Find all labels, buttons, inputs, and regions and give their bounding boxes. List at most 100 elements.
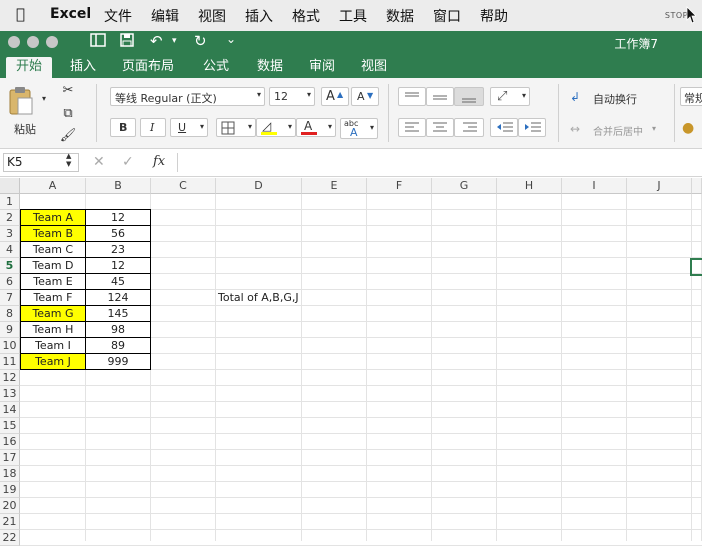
row-header-2[interactable]: 2 [0,210,20,226]
tab-data[interactable]: 数据 [247,57,293,78]
tab-review[interactable]: 审阅 [299,57,345,78]
copy-icon[interactable]: ⧉ [58,104,78,124]
customize-toolbar-icon[interactable]: ⌄ [226,32,236,46]
paste-dropdown-icon[interactable]: ▾ [42,94,46,103]
menu-app-name[interactable]: Excel [50,6,91,22]
orientation-button[interactable]: ⤢ ▾ [490,87,530,106]
cell-b8[interactable]: 145 [85,306,151,322]
row-header-8[interactable]: 8 [0,306,20,322]
row-header-1[interactable]: 1 [0,194,20,210]
row-header-14[interactable]: 14 [0,402,20,418]
column-header-f[interactable]: F [367,178,432,194]
cell-b3[interactable]: 56 [85,226,151,242]
column-header-k[interactable] [692,178,702,194]
insert-function-icon[interactable]: fx [153,154,165,169]
currency-coins-icon[interactable]: ● [682,120,694,136]
format-painter-icon[interactable]: 🖌 [58,126,78,146]
column-header-h[interactable]: H [497,178,562,194]
cell-b2[interactable]: 12 [85,209,151,226]
row-header-7[interactable]: 7 [0,290,20,306]
align-bottom-button[interactable] [454,87,484,106]
cell-b11[interactable]: 999 [85,354,151,370]
cell-b9[interactable]: 98 [85,322,151,338]
cell-b4[interactable]: 23 [85,242,151,258]
cut-icon[interactable]: ✂ [58,81,78,101]
active-cell-k5[interactable] [690,258,702,276]
row-header-6[interactable]: 6 [0,274,20,290]
cell-a11[interactable]: Team J [20,354,86,370]
cell-a10[interactable]: Team I [20,338,86,354]
underline-button[interactable]: U ▾ [170,118,208,137]
tab-page-layout[interactable]: 页面布局 [112,57,184,78]
cell-d7[interactable]: Total of A,B,G,J [218,290,338,306]
cell-a2[interactable]: Team A [20,209,86,226]
menu-insert[interactable]: 插入 [245,6,273,26]
minimize-window-button[interactable] [27,36,39,48]
menu-view[interactable]: 视图 [198,6,226,26]
shrink-font-button[interactable]: A ▼ [351,87,379,106]
cell-a4[interactable]: Team C [20,242,86,258]
cell-a8[interactable]: Team G [20,306,86,322]
row-header-13[interactable]: 13 [0,386,20,402]
select-all-corner[interactable] [0,178,20,194]
menu-file[interactable]: 文件 [104,6,132,26]
row-header-16[interactable]: 16 [0,434,20,450]
cancel-icon[interactable]: ✕ [93,154,105,170]
toggle-sidebar-icon[interactable] [90,33,106,51]
row-header-3[interactable]: 3 [0,226,20,242]
fill-color-button[interactable]: ◿ ▾ [256,118,296,137]
name-box-stepper-icon[interactable]: ▲ ▼ [66,152,71,168]
tab-insert[interactable]: 插入 [60,57,106,78]
align-center-button[interactable] [426,118,454,137]
merge-center-button[interactable]: 合并后居中 [593,123,643,138]
align-top-button[interactable] [398,87,426,106]
menu-format[interactable]: 格式 [292,6,320,26]
tab-view[interactable]: 视图 [351,57,397,78]
borders-button[interactable]: ▾ [216,118,256,137]
cell-a5[interactable]: Team D [20,258,86,274]
undo-dropdown-icon[interactable]: ▾ [172,36,177,46]
align-middle-button[interactable] [426,87,454,106]
menu-data[interactable]: 数据 [386,6,414,26]
paste-button[interactable] [8,86,38,116]
row-header-11[interactable]: 11 [0,354,20,370]
row-header-10[interactable]: 10 [0,338,20,354]
increase-indent-button[interactable] [518,118,546,137]
cell-b6[interactable]: 45 [85,274,151,290]
row-header-4[interactable]: 4 [0,242,20,258]
undo-icon[interactable]: ↶ [150,32,163,50]
menu-tools[interactable]: 工具 [339,6,367,26]
redo-icon[interactable]: ↻ [194,32,207,50]
column-header-e[interactable]: E [302,178,367,194]
bold-button[interactable]: B [110,118,136,137]
cell-a6[interactable]: Team E [20,274,86,290]
wrap-text-button[interactable]: 自动换行 [593,91,637,107]
enter-icon[interactable]: ✓ [122,154,134,170]
column-header-a[interactable]: A [20,178,86,194]
cell-b10[interactable]: 89 [85,338,151,354]
cell-a3[interactable]: Team B [20,226,86,242]
row-header-5[interactable]: 5 [0,258,20,274]
menu-help[interactable]: 帮助 [480,6,508,26]
column-header-c[interactable]: C [151,178,216,194]
row-header-18[interactable]: 18 [0,466,20,482]
decrease-indent-button[interactable] [490,118,518,137]
font-color-button[interactable]: A ▾ [296,118,336,137]
zoom-window-button[interactable] [46,36,58,48]
formula-input[interactable] [182,153,697,172]
align-left-button[interactable] [398,118,426,137]
row-header-9[interactable]: 9 [0,322,20,338]
close-window-button[interactable] [8,36,20,48]
tab-home[interactable]: 开始 [6,57,53,78]
menu-edit[interactable]: 编辑 [151,6,179,26]
cell-a9[interactable]: Team H [20,322,86,338]
row-header-17[interactable]: 17 [0,450,20,466]
row-header-21[interactable]: 21 [0,514,20,530]
row-header-20[interactable]: 20 [0,498,20,514]
column-header-i[interactable]: I [562,178,627,194]
row-header-15[interactable]: 15 [0,418,20,434]
column-header-b[interactable]: B [86,178,151,194]
cell-b7[interactable]: 124 [85,290,151,306]
font-size-dropdown[interactable]: 12 ▾ [269,87,315,106]
apple-icon[interactable]:  [16,5,25,23]
